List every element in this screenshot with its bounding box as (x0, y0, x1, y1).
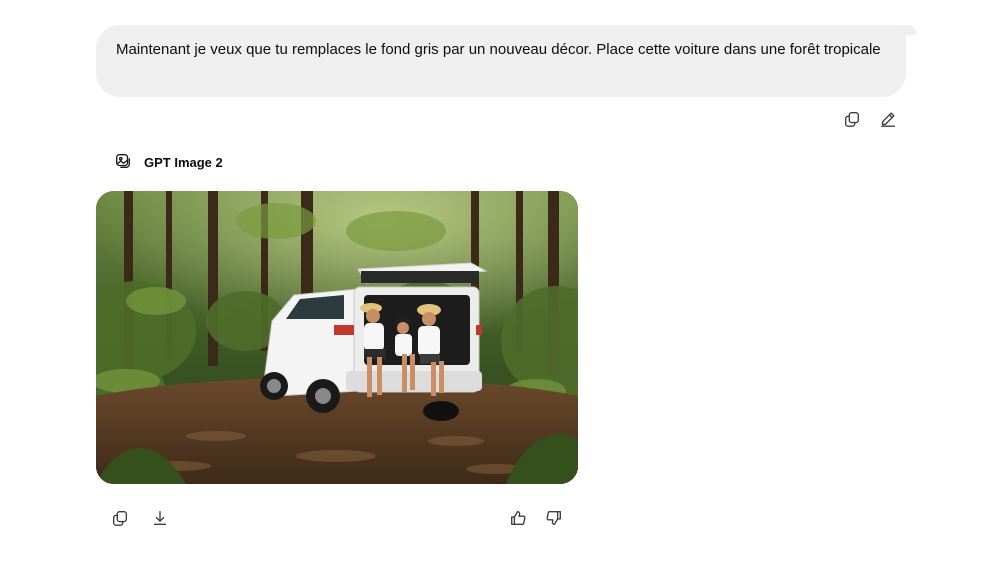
copy-message-button[interactable] (838, 105, 866, 133)
copy-image-button[interactable] (106, 504, 134, 532)
chat-page: Maintenant je veux que tu remplaces le f… (0, 0, 982, 586)
image-icon (114, 152, 134, 172)
download-icon (151, 509, 169, 527)
thumbs-down-icon (545, 509, 563, 527)
good-response-button[interactable] (504, 504, 532, 532)
model-name: GPT Image 2 (144, 154, 223, 170)
download-button[interactable] (146, 504, 174, 532)
user-message-bubble: Maintenant je veux que tu remplaces le f… (96, 25, 916, 97)
user-message-text: Maintenant je veux que tu remplaces le f… (116, 41, 881, 58)
copy-icon (843, 110, 861, 128)
assistant-model-header: GPT Image 2 (114, 150, 223, 174)
generated-image[interactable] (96, 191, 578, 484)
bad-response-button[interactable] (540, 504, 568, 532)
edit-message-button[interactable] (874, 105, 902, 133)
edit-icon (879, 110, 897, 128)
thumbs-up-icon (509, 509, 527, 527)
copy-icon (111, 509, 129, 527)
